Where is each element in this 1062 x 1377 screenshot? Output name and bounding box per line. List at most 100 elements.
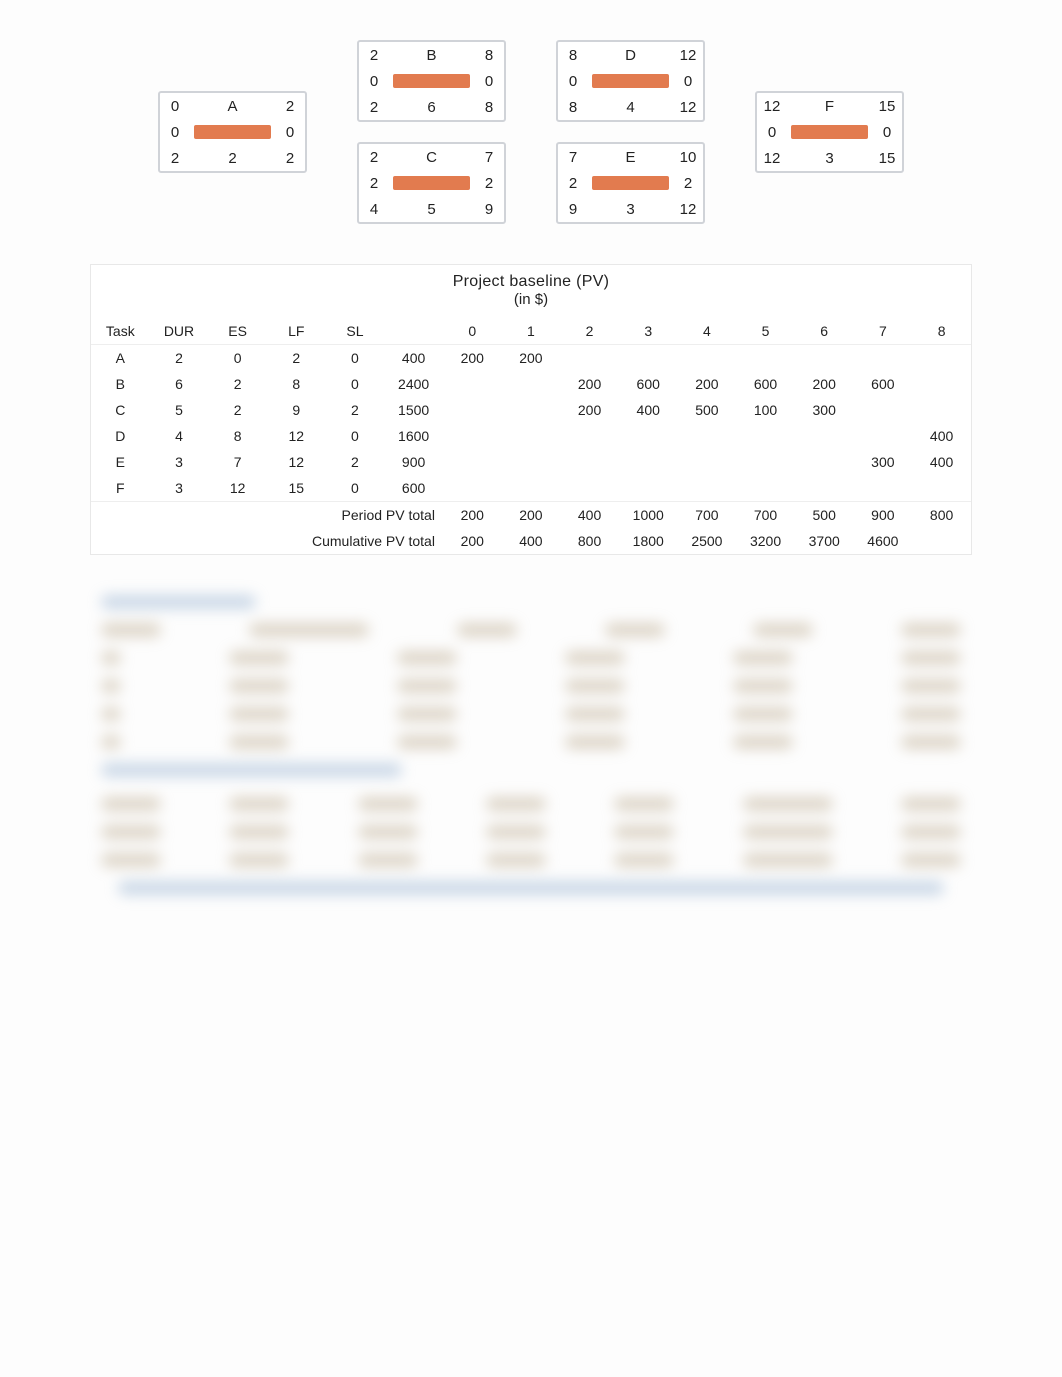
pv-cell: 0 xyxy=(326,475,385,502)
pv-cell xyxy=(443,475,502,502)
pv-period-header: 5 xyxy=(736,318,795,345)
e-sl-l: 2 xyxy=(558,173,588,194)
pv-cell xyxy=(736,423,795,449)
pv-cell: 400 xyxy=(384,345,443,372)
pv-cell xyxy=(736,449,795,475)
pv-cell xyxy=(560,449,619,475)
pv-cell xyxy=(678,449,737,475)
pv-col-header: DUR xyxy=(150,318,209,345)
net-col-de: 8D12 00 8412 7E10 22 9312 xyxy=(556,40,705,224)
pv-cell: 2 xyxy=(150,345,209,372)
pv-cell xyxy=(443,371,502,397)
pv-cell: 900 xyxy=(384,449,443,475)
pv-cell: 12 xyxy=(208,475,267,502)
f-dur: 3 xyxy=(787,148,872,169)
cumulative-pv-total-cell xyxy=(912,528,971,554)
pv-col-header xyxy=(384,318,443,345)
pv-title: Project baseline (PV) xyxy=(91,265,971,291)
node-d: 8D12 00 8412 xyxy=(556,40,705,122)
pv-cell xyxy=(443,449,502,475)
pv-cell xyxy=(619,475,678,502)
pv-cell: C xyxy=(91,397,150,423)
pv-period-header: 1 xyxy=(502,318,561,345)
pv-cell: 0 xyxy=(326,345,385,372)
pv-cell xyxy=(502,423,561,449)
cumulative-pv-total-cell: 4600 xyxy=(854,528,913,554)
b-ls: 2 xyxy=(359,97,389,118)
period-pv-total-cell: 700 xyxy=(678,502,737,529)
e-name: E xyxy=(588,147,673,168)
pv-cell xyxy=(502,371,561,397)
pv-cell xyxy=(736,345,795,372)
pv-cell: 600 xyxy=(854,371,913,397)
pv-cell: 1600 xyxy=(384,423,443,449)
c-name: C xyxy=(389,147,474,168)
pv-col-header: SL xyxy=(326,318,385,345)
d-lf: 12 xyxy=(673,97,703,118)
a-es: 0 xyxy=(160,96,190,117)
period-pv-total-cell: 200 xyxy=(443,502,502,529)
pv-cell: 400 xyxy=(619,397,678,423)
pv-cell: 100 xyxy=(736,397,795,423)
pv-cell: 2 xyxy=(267,345,326,372)
pv-cell xyxy=(502,475,561,502)
b-ef: 8 xyxy=(474,45,504,66)
pv-cell: 4 xyxy=(150,423,209,449)
pv-cell: 9 xyxy=(267,397,326,423)
pv-cell: 200 xyxy=(795,371,854,397)
c-dur: 5 xyxy=(389,199,474,220)
d-name: D xyxy=(588,45,673,66)
f-name: F xyxy=(787,96,872,117)
pv-cell xyxy=(854,345,913,372)
pv-cell: D xyxy=(91,423,150,449)
d-dur: 4 xyxy=(588,97,673,118)
e-ls: 9 xyxy=(558,199,588,220)
pv-cell: 600 xyxy=(736,371,795,397)
cumulative-pv-total-label: Cumulative PV total xyxy=(91,528,443,554)
a-name: A xyxy=(190,96,275,117)
pv-period-header: 3 xyxy=(619,318,678,345)
pv-cell xyxy=(795,345,854,372)
pv-cell: 2400 xyxy=(384,371,443,397)
period-pv-total-cell: 1000 xyxy=(619,502,678,529)
b-sl-r: 0 xyxy=(474,71,504,92)
pv-baseline-table: Project baseline (PV) (in $) TaskDURESLF… xyxy=(90,264,972,555)
pv-col-header: Task xyxy=(91,318,150,345)
pv-col-header: LF xyxy=(267,318,326,345)
e-dur: 3 xyxy=(588,199,673,220)
cumulative-pv-total-cell: 3200 xyxy=(736,528,795,554)
pv-task-row: F312150600 xyxy=(91,475,971,502)
pv-cell: 1500 xyxy=(384,397,443,423)
d-sl-r: 0 xyxy=(673,71,703,92)
period-pv-total-cell: 500 xyxy=(795,502,854,529)
d-ls: 8 xyxy=(558,97,588,118)
node-e: 7E10 22 9312 xyxy=(556,142,705,224)
pv-cell xyxy=(502,397,561,423)
period-pv-total-label: Period PV total xyxy=(91,502,443,529)
pv-subtitle: (in $) xyxy=(91,291,971,318)
pv-cell xyxy=(854,475,913,502)
pv-cell xyxy=(795,449,854,475)
pv-cell xyxy=(678,423,737,449)
f-sl-l: 0 xyxy=(757,122,787,143)
bar-icon xyxy=(592,74,669,88)
pv-task-row: E37122900300400 xyxy=(91,449,971,475)
bar-icon xyxy=(393,74,470,88)
pv-cell xyxy=(560,475,619,502)
pv-cell xyxy=(795,475,854,502)
node-c: 2C7 22 459 xyxy=(357,142,506,224)
pv-cell: 200 xyxy=(443,345,502,372)
pv-cell: 600 xyxy=(619,371,678,397)
pv-cell: 12 xyxy=(267,449,326,475)
net-col-f: 12F15 00 12315 xyxy=(755,91,904,173)
node-f: 12F15 00 12315 xyxy=(755,91,904,173)
cumulative-pv-total-cell: 400 xyxy=(502,528,561,554)
bar-icon xyxy=(194,125,271,139)
period-pv-total-cell: 800 xyxy=(912,502,971,529)
pv-cell: 200 xyxy=(560,397,619,423)
cumulative-pv-total-cell: 1800 xyxy=(619,528,678,554)
pv-period-header: 7 xyxy=(854,318,913,345)
b-sl-l: 0 xyxy=(359,71,389,92)
bar-icon xyxy=(592,176,669,190)
pv-task-row: D481201600400 xyxy=(91,423,971,449)
